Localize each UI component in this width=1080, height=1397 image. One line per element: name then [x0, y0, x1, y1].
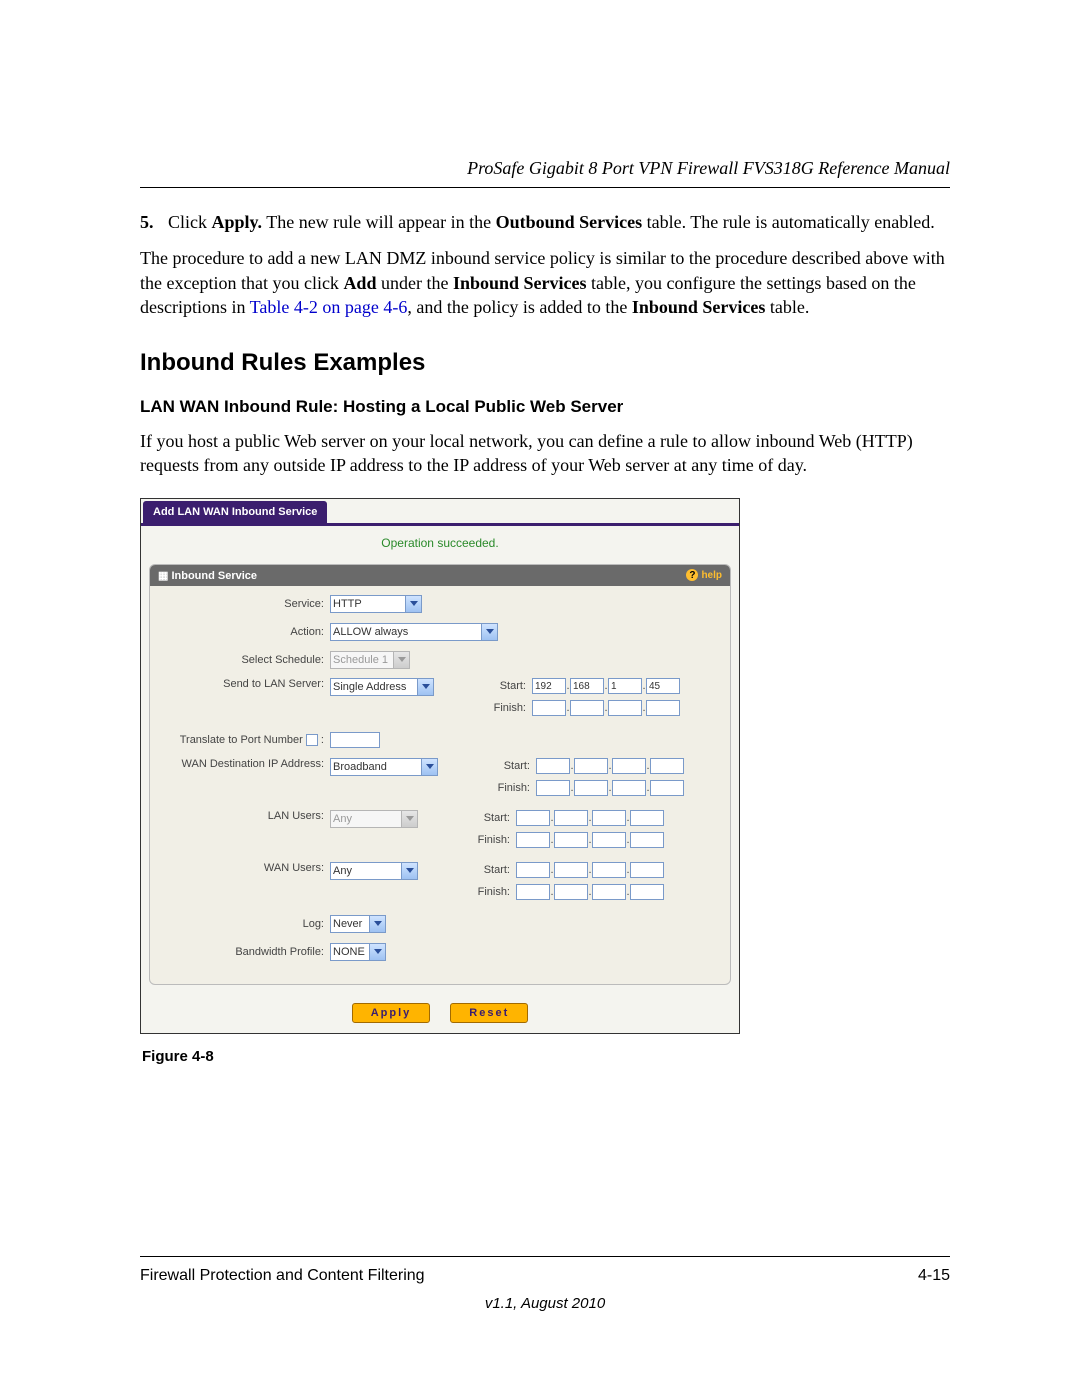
panel-header: ▦ Inbound Service ? help: [150, 565, 730, 586]
service-select[interactable]: HTTP: [330, 595, 422, 613]
label-wanusers: WAN Users:: [160, 862, 330, 874]
help-link[interactable]: ? help: [686, 569, 722, 581]
apply-button[interactable]: Apply: [352, 1003, 431, 1023]
xref-link[interactable]: Table 4-2 on page 4-6: [250, 297, 408, 317]
footer-version: v1.1, August 2010: [140, 1295, 950, 1312]
action-select[interactable]: ALLOW always: [330, 623, 498, 641]
intro-paragraph: If you host a public Web server on your …: [140, 429, 950, 478]
ip-octet-4[interactable]: 45: [646, 678, 680, 694]
ip-octet-1[interactable]: 192: [532, 678, 566, 694]
panel-body: Service: HTTP Action: ALLOW always Selec…: [150, 586, 730, 962]
doc-title: ProSafe Gigabit 8 Port VPN Firewall FVS3…: [140, 158, 950, 179]
lanusers-range: Start: ... Finish: ...: [474, 810, 664, 854]
label-translate: Translate to Port Number :: [160, 734, 330, 746]
sendto-select[interactable]: Single Address: [330, 678, 434, 696]
lanusers-select: Any: [330, 810, 418, 828]
label-bw: Bandwidth Profile:: [160, 946, 330, 958]
translate-port-input[interactable]: [330, 732, 380, 748]
step-text: Click Apply. The new rule will appear in…: [168, 210, 950, 234]
panel-title: ▦ Inbound Service: [158, 569, 257, 582]
figure-screenshot: Add LAN WAN Inbound Service Operation su…: [140, 498, 740, 1034]
page-footer: Firewall Protection and Content Filterin…: [140, 1256, 950, 1312]
log-select[interactable]: Never: [330, 915, 386, 933]
label-schedule: Select Schedule:: [160, 654, 330, 666]
bw-select[interactable]: NONE: [330, 943, 386, 961]
wanusers-select[interactable]: Any: [330, 862, 418, 880]
translate-checkbox[interactable]: [306, 734, 318, 746]
label-start: Start:: [490, 680, 532, 692]
help-icon: ?: [686, 569, 698, 581]
figure-caption: Figure 4-8: [142, 1048, 950, 1065]
subsection-heading: LAN WAN Inbound Rule: Hosting a Local Pu…: [140, 397, 950, 417]
section-heading: Inbound Rules Examples: [140, 349, 950, 377]
header-rule: [140, 187, 950, 188]
label-service: Service:: [160, 598, 330, 610]
wandest-select[interactable]: Broadband: [330, 758, 438, 776]
footer-right: 4-15: [918, 1267, 950, 1285]
step-number: 5.: [140, 210, 168, 234]
footer-left: Firewall Protection and Content Filterin…: [140, 1267, 425, 1285]
reset-button[interactable]: Reset: [450, 1003, 528, 1023]
label-sendto: Send to LAN Server:: [160, 678, 330, 690]
label-wandest: WAN Destination IP Address:: [160, 758, 330, 770]
footer-rule: [140, 1256, 950, 1257]
button-bar: Apply Reset: [141, 995, 739, 1033]
label-log: Log:: [160, 918, 330, 930]
sendto-range: Start: 192. 168. 1. 45 Finish: . . .: [490, 678, 680, 722]
ip-octet-2[interactable]: 168: [570, 678, 604, 694]
screenshot-tab: Add LAN WAN Inbound Service: [143, 501, 327, 523]
procedure-paragraph: The procedure to add a new LAN DMZ inbou…: [140, 246, 950, 319]
schedule-select: Schedule 1: [330, 651, 410, 669]
label-lanusers: LAN Users:: [160, 810, 330, 822]
wanusers-range: Start: ... Finish: ...: [474, 862, 664, 906]
label-finish: Finish:: [490, 702, 532, 714]
label-action: Action:: [160, 626, 330, 638]
inbound-service-panel: ▦ Inbound Service ? help Service: HTTP A…: [149, 564, 731, 985]
wandest-range: Start: ... Finish: ...: [494, 758, 684, 802]
ip-octet-3[interactable]: 1: [608, 678, 642, 694]
step-5: 5. Click Apply. The new rule will appear…: [140, 210, 950, 234]
status-message: Operation succeeded.: [141, 526, 739, 564]
